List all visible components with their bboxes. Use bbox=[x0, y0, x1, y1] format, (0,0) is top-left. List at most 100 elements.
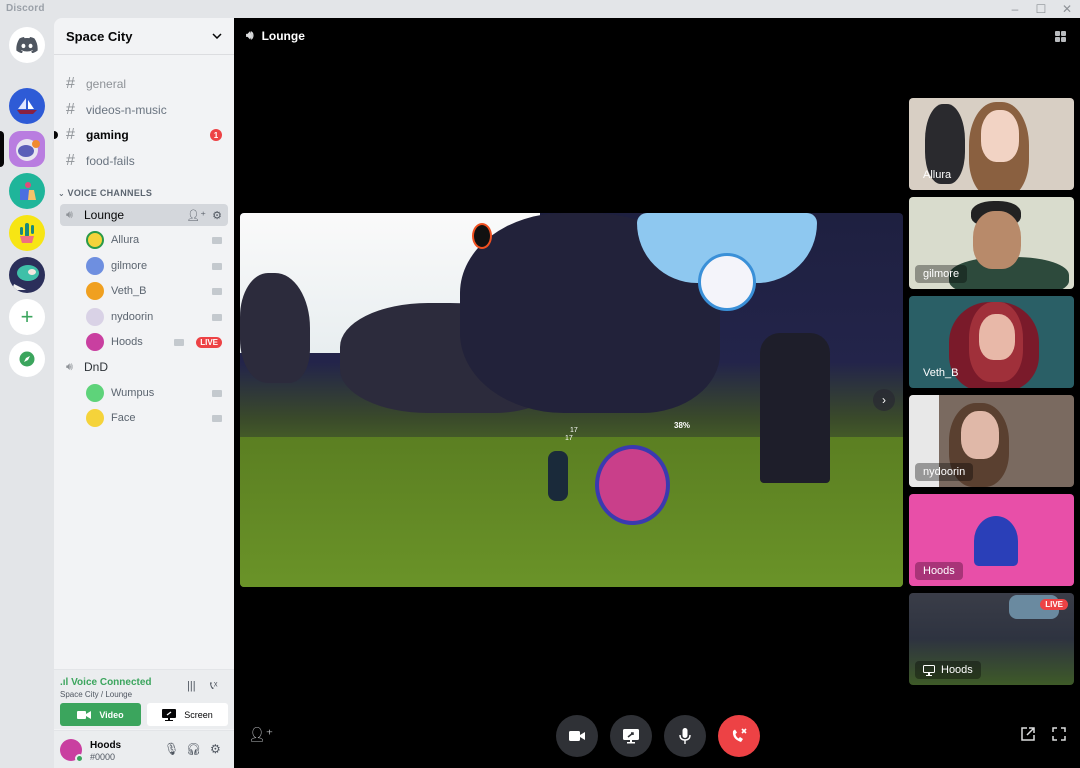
camera-icon bbox=[174, 338, 184, 346]
member-name: Hoods bbox=[111, 336, 143, 348]
participant-name: nydoorin bbox=[915, 463, 974, 481]
explore-servers-button[interactable] bbox=[9, 341, 45, 377]
close-button[interactable]: ✕ bbox=[1054, 0, 1080, 18]
member-name: nydoorin bbox=[111, 311, 154, 323]
channel-name: general bbox=[86, 77, 127, 91]
guild-sailboat[interactable] bbox=[9, 88, 45, 124]
disconnect-icon[interactable]: 📞︎ˣ bbox=[210, 680, 217, 693]
gear-icon[interactable]: ⚙︎ bbox=[212, 209, 222, 222]
stream-orb bbox=[698, 253, 756, 311]
minimize-button[interactable]: – bbox=[1002, 0, 1028, 18]
camera-icon bbox=[212, 389, 222, 397]
username: Hoods bbox=[90, 740, 122, 751]
sailboat-icon bbox=[17, 98, 37, 114]
stream-rock bbox=[240, 273, 310, 383]
channel-gaming[interactable]: # gaming 1 bbox=[54, 124, 228, 146]
invite-member-icon[interactable]: 👤︎⁺ bbox=[186, 209, 206, 222]
participant-tile-allura[interactable]: Allura bbox=[909, 98, 1074, 190]
fullscreen-icon[interactable] bbox=[1052, 727, 1066, 746]
channel-food-fails[interactable]: # food-fails bbox=[60, 150, 228, 172]
guild-cactus[interactable] bbox=[9, 215, 45, 251]
screen-label: Screen bbox=[184, 709, 213, 720]
voice-channels-category[interactable]: ⌄ VOICE CHANNELS bbox=[58, 188, 152, 198]
screen-share-toggle-button[interactable] bbox=[610, 715, 652, 757]
face bbox=[973, 211, 1021, 269]
participant-name: Hoods bbox=[915, 661, 981, 679]
microphone-icon bbox=[679, 728, 691, 744]
channel-name: gaming bbox=[86, 128, 129, 142]
next-stream-button[interactable]: › bbox=[873, 389, 895, 411]
member-name: gilmore bbox=[111, 260, 148, 272]
pop-out-icon[interactable] bbox=[1021, 727, 1035, 746]
voice-member-nydoorin[interactable]: nydoorin bbox=[86, 306, 228, 328]
voice-channel-dnd[interactable]: 🔊︎ DnD bbox=[60, 356, 228, 378]
hang-up-icon bbox=[732, 728, 747, 742]
avatar bbox=[86, 409, 104, 427]
compass-icon bbox=[19, 351, 35, 367]
live-badge: LIVE bbox=[1040, 599, 1068, 610]
screen-share-button[interactable]: Screen bbox=[147, 703, 228, 726]
focused-stream[interactable]: 38% 17 17 › bbox=[240, 213, 903, 587]
voice-member-allura[interactable]: Allura bbox=[86, 229, 228, 251]
face bbox=[961, 411, 999, 459]
call-view: 🔊︎ Lounge 38% 17 17 › Allura gilmore Vet… bbox=[234, 18, 1080, 768]
guild-shopping[interactable] bbox=[9, 173, 45, 209]
call-header: 🔊︎ Lounge bbox=[246, 28, 305, 43]
voice-location: Space City / Lounge bbox=[60, 690, 133, 699]
voice-member-hoods[interactable]: Hoods LIVE bbox=[86, 331, 228, 353]
voice-member-veth-b[interactable]: Veth_B bbox=[86, 280, 228, 302]
camera-toggle-button[interactable] bbox=[556, 715, 598, 757]
channel-name: videos-n-music bbox=[86, 103, 167, 117]
video-camera-icon bbox=[569, 731, 585, 741]
participant-tile-hoods-stream[interactable]: LIVE Hoods bbox=[909, 593, 1074, 685]
voice-status[interactable]: .ıl Voice Connected bbox=[60, 677, 152, 688]
voice-status-text: Voice Connected bbox=[71, 677, 152, 688]
server-header[interactable]: Space City bbox=[54, 18, 234, 55]
participant-name: Hoods bbox=[915, 562, 963, 580]
user-settings-gear-icon[interactable]: ⚙︎ bbox=[210, 742, 221, 756]
user-tag: #0000 bbox=[90, 752, 116, 762]
guild-monster[interactable] bbox=[9, 257, 45, 293]
channel-general[interactable]: # general bbox=[60, 73, 228, 95]
video-button[interactable]: Video bbox=[60, 703, 141, 726]
face bbox=[981, 110, 1019, 162]
chevron-down-icon: ⌄ bbox=[58, 189, 68, 198]
speaker-icon: 🔊︎ bbox=[66, 360, 73, 373]
home-button[interactable] bbox=[9, 27, 45, 63]
noise-suppression-icon[interactable]: ||| bbox=[187, 680, 196, 692]
video-label: Video bbox=[99, 709, 124, 720]
leave-call-button[interactable] bbox=[718, 715, 760, 757]
unread-indicator bbox=[54, 131, 58, 139]
headphones-icon[interactable]: 🎧︎ bbox=[186, 742, 201, 756]
category-label: VOICE CHANNELS bbox=[67, 188, 153, 198]
participant-tile-hoods[interactable]: Hoods bbox=[909, 494, 1074, 586]
participant-tile-nydoorin[interactable]: nydoorin bbox=[909, 395, 1074, 487]
stream-hud-text: 17 bbox=[565, 435, 573, 442]
maximize-button[interactable]: ☐ bbox=[1028, 0, 1054, 18]
mute-toggle-button[interactable] bbox=[664, 715, 706, 757]
camera-icon bbox=[212, 287, 222, 295]
add-server-button[interactable]: + bbox=[9, 299, 45, 335]
microphone-icon[interactable]: 🎙︎ bbox=[164, 742, 179, 756]
invite-to-call-icon[interactable]: 👤︎⁺ bbox=[248, 726, 273, 743]
monster-icon bbox=[12, 265, 39, 290]
voice-connection-panel: .ıl Voice Connected Space City / Lounge … bbox=[54, 669, 234, 729]
camera-icon bbox=[212, 414, 222, 422]
cactus-icon bbox=[20, 223, 34, 243]
channel-videos-n-music[interactable]: # videos-n-music bbox=[60, 99, 228, 121]
plus-icon: + bbox=[20, 304, 34, 329]
speaker-icon: 🔊︎ bbox=[66, 208, 73, 221]
participant-tile-gilmore[interactable]: gilmore bbox=[909, 197, 1074, 289]
grid-layout-icon[interactable] bbox=[1055, 31, 1066, 42]
avatar bbox=[86, 308, 104, 326]
voice-channel-lounge[interactable]: 🔊︎ Lounge 👤︎⁺ ⚙︎ bbox=[60, 204, 228, 226]
voice-member-gilmore[interactable]: gilmore bbox=[86, 255, 228, 277]
guild-astronaut[interactable] bbox=[9, 131, 45, 167]
voice-channel-name: DnD bbox=[84, 360, 109, 374]
voice-member-face[interactable]: Face bbox=[86, 407, 228, 429]
participant-tile-veth-b[interactable]: Veth_B bbox=[909, 296, 1074, 388]
chevron-down-icon bbox=[212, 33, 222, 39]
mention-badge: 1 bbox=[210, 129, 222, 141]
member-name: Veth_B bbox=[111, 285, 147, 297]
voice-member-wumpus[interactable]: Wumpus bbox=[86, 382, 228, 404]
